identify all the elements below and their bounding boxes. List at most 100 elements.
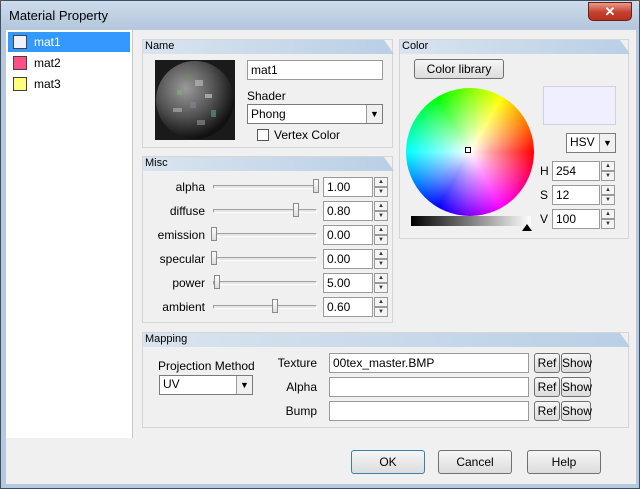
bump-label: Bump <box>285 404 317 418</box>
param-slider[interactable] <box>213 179 319 193</box>
texture-ref-button[interactable]: Ref <box>534 353 560 373</box>
spin-up-icon[interactable]: ▲ <box>374 249 388 259</box>
color-field-input[interactable]: 12 <box>552 185 600 205</box>
color-field-label: V <box>540 212 549 226</box>
spin-down-icon[interactable]: ▼ <box>374 283 388 293</box>
texture-path-input[interactable]: 00tex_master.BMP <box>329 353 529 373</box>
param-slider[interactable] <box>213 203 317 217</box>
color-field-spinner[interactable]: ▲ ▼ <box>601 185 615 205</box>
alpha-path-input[interactable] <box>329 377 529 397</box>
spin-up-icon[interactable]: ▲ <box>601 209 615 219</box>
material-label: mat3 <box>34 77 61 91</box>
bump-ref-button[interactable]: Ref <box>534 401 560 421</box>
color-field-input[interactable]: 100 <box>552 209 600 229</box>
projection-method-label: Projection Method <box>158 359 255 373</box>
name-panel: Name mat1 Shader Phong ▼ Vertex Color <box>142 39 393 148</box>
ok-button[interactable]: OK <box>351 450 425 474</box>
material-list: mat1 mat2 mat3 <box>6 30 133 438</box>
name-panel-header: Name <box>143 40 394 54</box>
slider-thumb[interactable] <box>211 251 217 265</box>
help-button[interactable]: Help <box>527 450 601 474</box>
param-spinner[interactable]: ▲ ▼ <box>374 297 388 317</box>
param-value-input[interactable]: 0.80 <box>323 201 373 221</box>
param-label: emission <box>157 228 205 242</box>
spin-down-icon[interactable]: ▼ <box>601 219 615 229</box>
alpha-ref-button[interactable]: Ref <box>534 377 560 397</box>
material-swatch-mat1 <box>13 35 27 49</box>
slider-thumb[interactable] <box>211 227 217 241</box>
bump-show-button[interactable]: Show <box>561 401 592 421</box>
texture-show-button[interactable]: Show <box>561 353 592 373</box>
param-slider[interactable] <box>211 251 317 265</box>
window-title: Material Property <box>9 8 108 23</box>
material-swatch-mat3 <box>13 77 27 91</box>
param-spinner[interactable]: ▲ ▼ <box>374 201 388 221</box>
color-mode-select[interactable]: HSV ▼ <box>566 133 616 153</box>
param-label: alpha <box>175 180 205 194</box>
spin-up-icon[interactable]: ▲ <box>374 297 388 307</box>
spin-up-icon[interactable]: ▲ <box>374 273 388 283</box>
cancel-button[interactable]: Cancel <box>438 450 512 474</box>
color-field-input[interactable]: 254 <box>552 161 600 181</box>
vertex-color-label: Vertex Color <box>274 128 341 142</box>
value-gradient-bar[interactable] <box>411 216 531 226</box>
value-marker-icon[interactable] <box>522 224 532 231</box>
param-label: diffuse <box>169 204 205 218</box>
vertex-color-checkbox[interactable] <box>257 129 269 141</box>
spin-up-icon[interactable]: ▲ <box>601 185 615 195</box>
param-value-input[interactable]: 0.60 <box>323 297 373 317</box>
param-slider[interactable] <box>211 227 317 241</box>
spin-up-icon[interactable]: ▲ <box>374 225 388 235</box>
spin-down-icon[interactable]: ▼ <box>601 195 615 205</box>
color-library-button[interactable]: Color library <box>414 59 504 79</box>
spin-down-icon[interactable]: ▼ <box>374 259 388 269</box>
param-value-input[interactable]: 0.00 <box>323 249 373 269</box>
material-name-input[interactable]: mat1 <box>247 60 383 80</box>
spin-up-icon[interactable]: ▲ <box>601 161 615 171</box>
color-field-spinner[interactable]: ▲ ▼ <box>601 209 615 229</box>
shader-label: Shader <box>247 89 286 103</box>
mapping-panel-header: Mapping <box>143 333 630 347</box>
param-value-input[interactable]: 1.00 <box>323 177 373 197</box>
projection-method-select[interactable]: UV ▼ <box>159 375 253 395</box>
misc-panel: Misc alpha 1.00 ▲ ▼ diffuse 0.80 ▲ ▼ emission 0.0… <box>142 156 393 323</box>
material-item-mat1[interactable]: mat1 <box>8 32 130 52</box>
spin-down-icon[interactable]: ▼ <box>374 307 388 317</box>
color-field-label: H <box>540 164 549 178</box>
slider-thumb[interactable] <box>272 299 279 313</box>
spin-down-icon[interactable]: ▼ <box>374 211 388 221</box>
close-button[interactable]: ✕ <box>588 2 632 21</box>
color-picker-handle[interactable] <box>465 147 471 153</box>
material-item-mat3[interactable]: mat3 <box>8 74 130 94</box>
color-preview <box>543 86 616 125</box>
param-slider[interactable] <box>213 299 317 313</box>
slider-thumb[interactable] <box>214 275 221 289</box>
spin-up-icon[interactable]: ▲ <box>374 201 388 211</box>
shader-value: Phong <box>251 107 286 121</box>
title-bar[interactable]: Material Property ✕ <box>1 1 639 29</box>
param-label: ambient <box>162 300 205 314</box>
param-spinner[interactable]: ▲ ▼ <box>374 225 388 245</box>
alpha-show-button[interactable]: Show <box>561 377 592 397</box>
bump-path-input[interactable] <box>329 401 529 421</box>
spin-down-icon[interactable]: ▼ <box>374 187 388 197</box>
param-value-input[interactable]: 5.00 <box>323 273 373 293</box>
param-spinner[interactable]: ▲ ▼ <box>374 177 388 197</box>
shader-select[interactable]: Phong ▼ <box>247 104 383 124</box>
material-item-mat2[interactable]: mat2 <box>8 53 130 73</box>
slider-thumb[interactable] <box>313 179 319 193</box>
spin-down-icon[interactable]: ▼ <box>601 171 615 181</box>
spin-up-icon[interactable]: ▲ <box>374 177 388 187</box>
param-value-input[interactable]: 0.00 <box>323 225 373 245</box>
color-field-label: S <box>540 188 549 202</box>
color-field-spinner[interactable]: ▲ ▼ <box>601 161 615 181</box>
slider-thumb[interactable] <box>292 203 299 217</box>
chevron-down-icon: ▼ <box>599 134 615 152</box>
param-spinner[interactable]: ▲ ▼ <box>374 249 388 269</box>
spin-down-icon[interactable]: ▼ <box>374 235 388 245</box>
chevron-down-icon: ▼ <box>366 105 382 123</box>
param-slider[interactable] <box>213 275 317 289</box>
color-wheel[interactable] <box>406 88 534 216</box>
param-label: specular <box>159 252 205 266</box>
param-spinner[interactable]: ▲ ▼ <box>374 273 388 293</box>
